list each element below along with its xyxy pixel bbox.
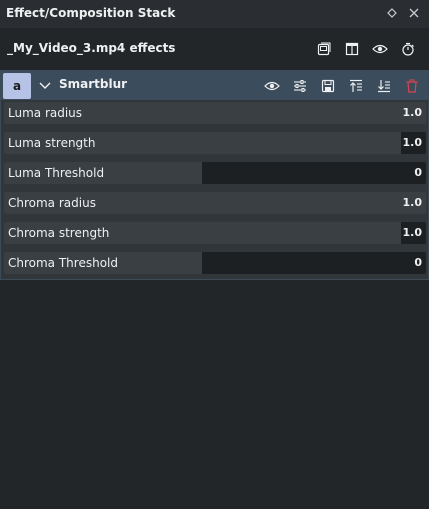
- param-slider-luma-radius[interactable]: Luma radius 1.0: [4, 102, 426, 124]
- save-icon[interactable]: [319, 77, 337, 95]
- eye-icon[interactable]: [263, 77, 281, 95]
- param-slider-chroma-radius[interactable]: Chroma radius 1.0: [4, 192, 426, 214]
- param-slider-chroma-strength[interactable]: Chroma strength 1.0: [4, 222, 426, 244]
- effect-header[interactable]: a Smartblur: [1, 71, 428, 100]
- param-value[interactable]: 1.0: [403, 196, 423, 209]
- close-icon[interactable]: [406, 5, 422, 21]
- effect-keyframe-badge[interactable]: a: [3, 73, 31, 99]
- param-slider-luma-strength[interactable]: Luma strength 1.0: [4, 132, 426, 154]
- move-down-icon[interactable]: [375, 77, 393, 95]
- param-value[interactable]: 1.0: [403, 106, 423, 119]
- param-slider-chroma-threshold[interactable]: Chroma Threshold 0: [4, 252, 426, 274]
- float-diamond-icon[interactable]: [384, 5, 400, 21]
- param-value[interactable]: 1.0: [403, 136, 423, 149]
- param-label: Luma radius: [8, 106, 83, 120]
- param-value[interactable]: 0: [414, 256, 422, 269]
- param-label: Chroma Threshold: [8, 256, 118, 270]
- param-value[interactable]: 0: [414, 166, 422, 179]
- clip-effects-label: _My_Video_3.mp4 effects: [7, 41, 176, 55]
- param-label: Luma Threshold: [8, 166, 105, 180]
- chevron-down-icon[interactable]: [37, 78, 53, 94]
- split-compare-icon[interactable]: [343, 40, 361, 58]
- timer-icon[interactable]: [399, 40, 417, 58]
- eye-icon[interactable]: [371, 40, 389, 58]
- param-label: Luma strength: [8, 136, 96, 150]
- param-label: Chroma radius: [8, 196, 96, 210]
- param-label: Chroma strength: [8, 226, 110, 240]
- stack-header: _My_Video_3.mp4 effects: [0, 30, 429, 68]
- effect-panel-smartblur: a Smartblur Luma radius 1.0 Luma strengt…: [0, 70, 429, 280]
- window-title: Effect/Composition Stack: [6, 6, 176, 20]
- save-stack-icon[interactable]: [315, 40, 333, 58]
- param-slider-luma-threshold[interactable]: Luma Threshold 0: [4, 162, 426, 184]
- param-value[interactable]: 1.0: [403, 226, 423, 239]
- adjust-icon[interactable]: [291, 77, 309, 95]
- effect-name: Smartblur: [59, 77, 128, 91]
- move-up-icon[interactable]: [347, 77, 365, 95]
- delete-icon[interactable]: [403, 77, 421, 95]
- dock-title-bar: Effect/Composition Stack: [0, 0, 429, 28]
